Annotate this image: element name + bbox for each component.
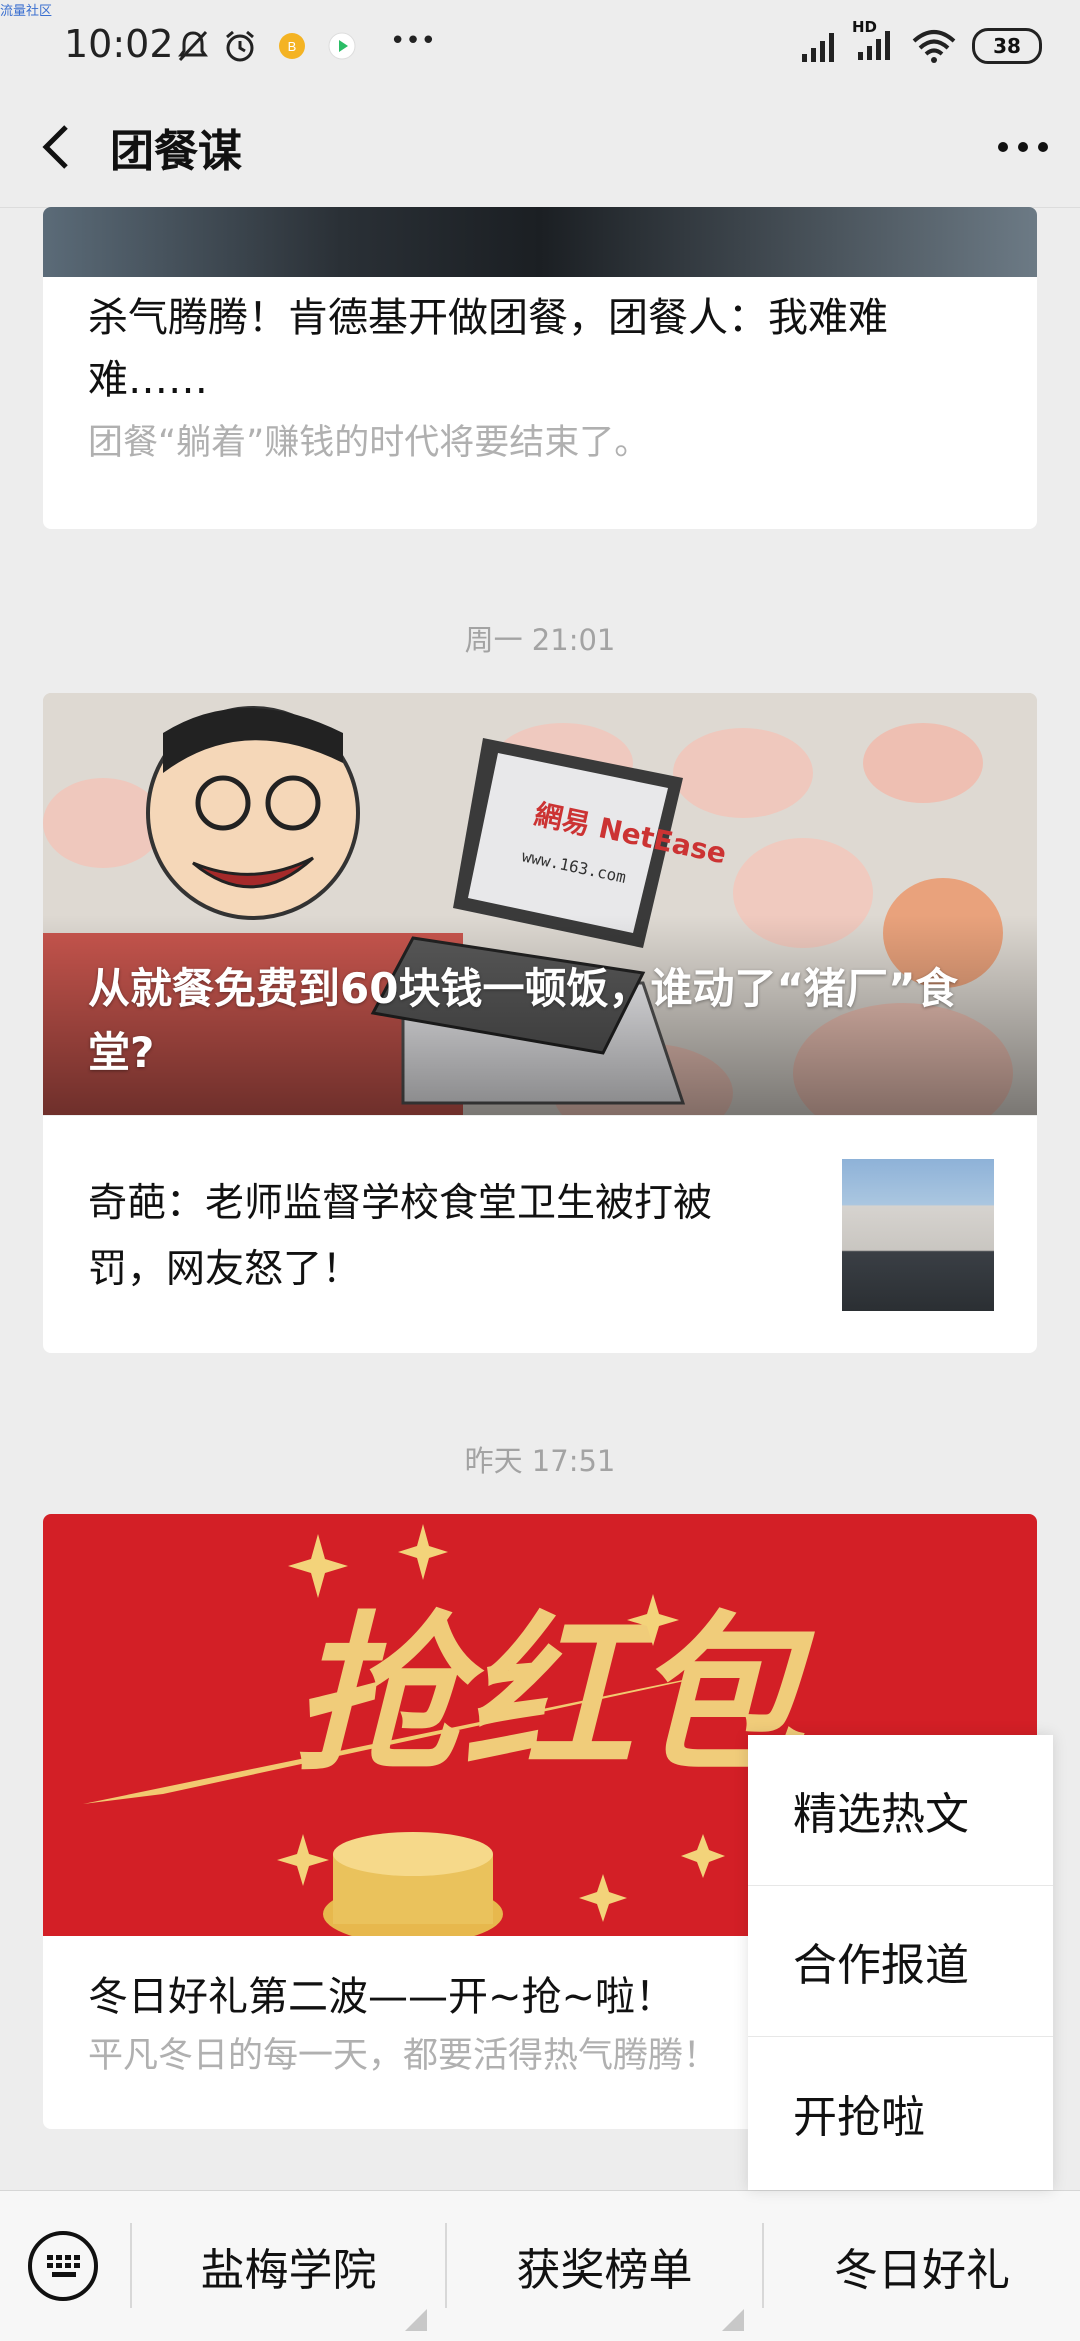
more-notifications-icon: ••• [390,26,437,56]
menu-item-yanmei-academy[interactable]: 盐梅学院 [132,2191,445,2341]
alarm-icon [226,30,254,62]
submenu-popup: 精选热文 合作报道 开抢啦 [748,1735,1053,2190]
notification-app-icon: B [279,33,305,59]
submenu-item-grab[interactable]: 开抢啦 [748,2037,1053,2188]
wifi-icon [912,30,956,63]
submenu-item-cooperation[interactable]: 合作报道 [748,1886,1053,2037]
article-title: 奇葩：老师监督学校食堂卫生被打被罚，网友怒了！ [88,1181,713,1292]
mute-bell-icon [178,30,208,62]
article-thumbnail [842,1159,994,1311]
article-cover-image[interactable]: 網易 NetEase www.163.com 从就餐免费到60块钱一顿饭，谁动了… [43,693,1037,1115]
timestamp: 周一 21:01 [464,623,616,657]
status-bar: 10:02 B ••• HD 38 [0,0,1080,95]
more-options-icon[interactable] [988,117,1058,177]
menu-item-winter-gifts[interactable]: 冬日好礼 [764,2191,1080,2341]
article-cover-image [43,207,1037,277]
keyboard-toggle-icon[interactable] [28,2231,98,2301]
media-app-icon [328,32,356,60]
timestamp: 昨天 17:51 [464,1444,616,1478]
status-time: 10:02 [64,22,174,66]
bottom-menu-bar: 盐梅学院 获奖榜单 冬日好礼 [0,2190,1080,2341]
submenu-item-featured[interactable]: 精选热文 [748,1735,1053,1886]
article-title: 杀气腾腾！肯德基开做团餐，团餐人：我难难难…… [88,295,888,403]
page-title: 团餐谋 [110,126,242,177]
svg-text:抢红包: 抢红包 [293,1595,815,1795]
svg-text:B: B [288,39,297,54]
back-arrow-icon[interactable] [30,117,90,177]
article-list-item[interactable]: 奇葩：老师监督学校食堂卫生被打被罚，网友怒了！ [43,1115,1037,1353]
article-card[interactable]: 杀气腾腾！肯德基开做团餐，团餐人：我难难难…… 团餐“躺着”赚钱的时代将要结束了… [43,207,1037,529]
article-summary: 团餐“躺着”赚钱的时代将要结束了。 [88,423,650,463]
cover-title: 从就餐免费到60块钱一顿饭，谁动了“猪厂”食堂? [88,964,958,1077]
submenu-indicator-icon [405,2309,427,2331]
cell-signal-icon [802,33,834,62]
cell-signal-hd-icon: HD [852,18,896,64]
battery-indicator: 38 [972,28,1042,64]
article-group: 網易 NetEase www.163.com 从就餐免费到60块钱一顿饭，谁动了… [43,693,1037,1353]
chat-header: 团餐谋 [0,95,1080,208]
submenu-indicator-icon [722,2309,744,2331]
menu-item-award-list[interactable]: 获奖榜单 [447,2191,762,2341]
